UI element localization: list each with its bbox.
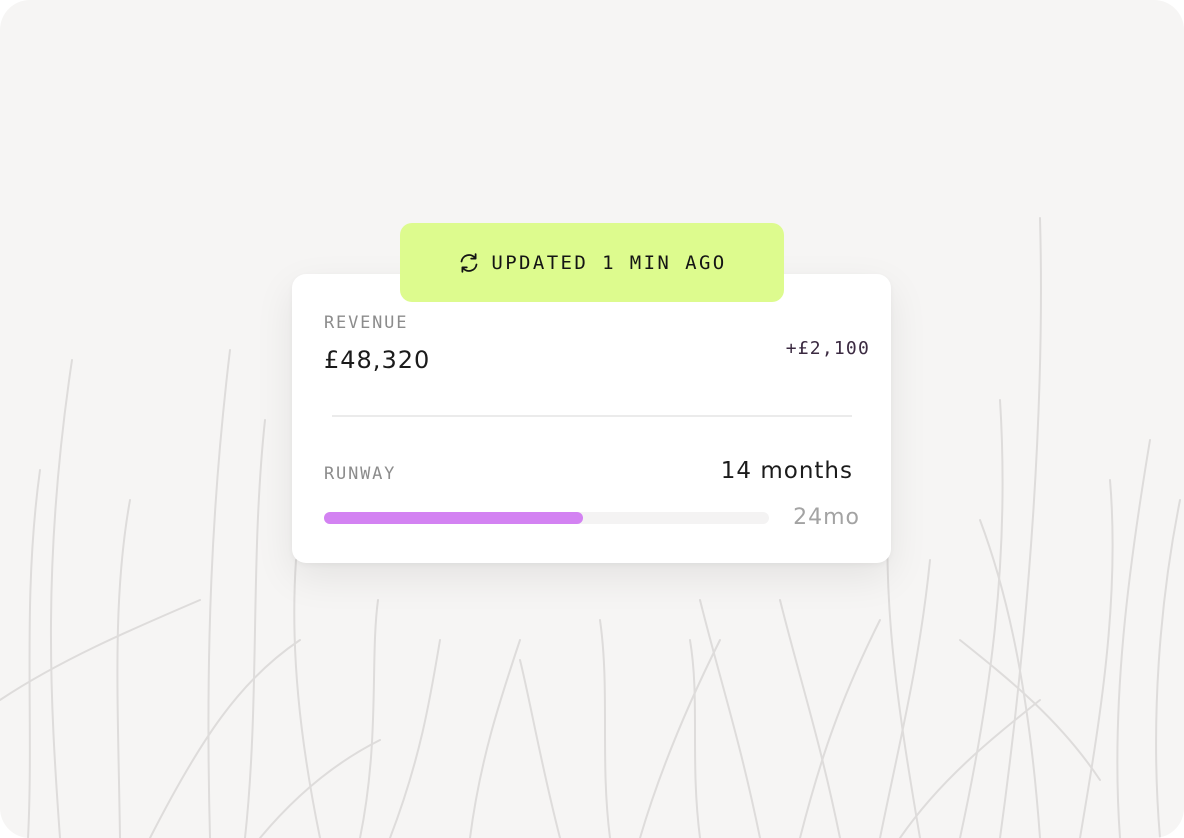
runway-max-label: 24mo <box>793 505 860 530</box>
revenue-value: £48,320 <box>324 346 431 374</box>
revenue-label: REVENUE <box>324 313 409 333</box>
runway-value: 14 months <box>720 458 853 484</box>
runway-label: RUNWAY <box>324 464 397 484</box>
runway-progress-fill <box>324 512 584 524</box>
runway-progress-track <box>324 512 769 524</box>
updated-status-badge[interactable]: UPDATED 1 MIN AGO <box>400 223 784 302</box>
refresh-icon <box>460 252 478 273</box>
section-divider <box>332 415 852 417</box>
updated-status-text: UPDATED 1 MIN AGO <box>491 251 727 274</box>
revenue-delta: +£2,100 <box>785 338 870 359</box>
